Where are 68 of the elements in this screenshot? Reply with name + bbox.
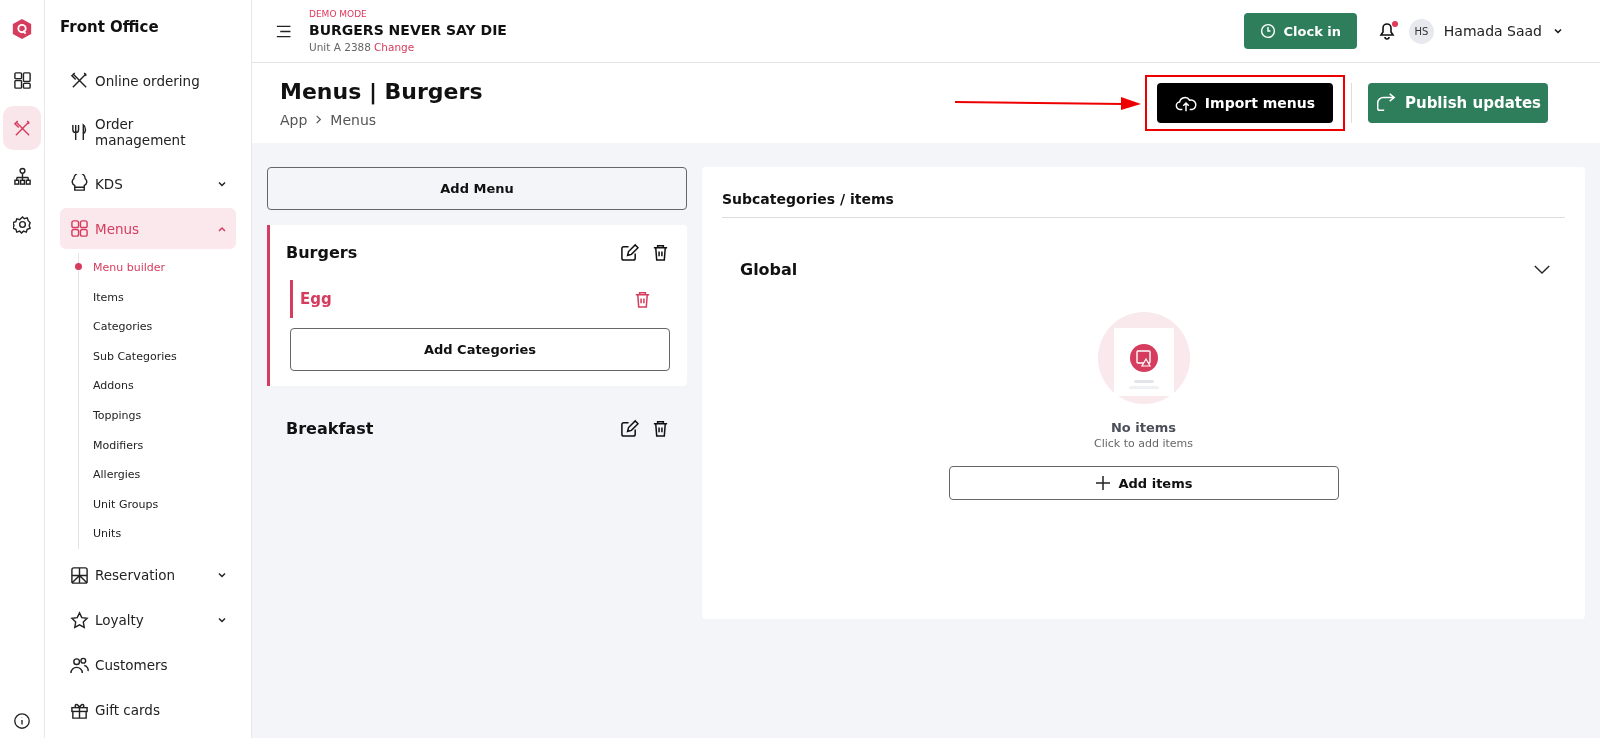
menu-name: Burgers: [286, 243, 358, 262]
star-icon: [70, 610, 89, 630]
submenu-item[interactable]: Toppings: [79, 400, 236, 431]
submenu-item[interactable]: Items: [79, 282, 236, 313]
dashboard-icon: [12, 70, 32, 90]
nav-item[interactable]: Reservation: [60, 554, 236, 596]
panel-heading: Subcategories / items: [722, 167, 1565, 218]
group-header[interactable]: Global: [722, 243, 1565, 295]
people-icon: [70, 655, 89, 675]
clock-in-button[interactable]: Clock in: [1243, 13, 1357, 49]
breadcrumb-link[interactable]: App: [280, 111, 308, 128]
import-menus-button[interactable]: Import menus: [1157, 83, 1333, 123]
nav-item[interactable]: Loyalty: [60, 599, 236, 641]
submenu-item[interactable]: Modifiers: [79, 430, 236, 461]
user-name[interactable]: Hamada Saad: [1443, 23, 1542, 39]
submenu-item[interactable]: Categories: [79, 312, 236, 342]
nav-item[interactable]: Customers: [60, 644, 236, 686]
empty-hint: Click to add items: [1093, 437, 1193, 450]
category-item[interactable]: Egg: [290, 280, 670, 318]
nav-item[interactable]: Menus: [60, 208, 236, 249]
add-items-button[interactable]: Add items: [948, 466, 1339, 500]
chevron-down-icon[interactable]: [1533, 263, 1551, 275]
nav-item[interactable]: Online ordering: [60, 60, 236, 101]
cutlery-icon: [70, 71, 89, 90]
share-icon: [1374, 92, 1397, 114]
empty-title: No items: [1110, 420, 1177, 435]
trash-icon[interactable]: [651, 419, 670, 438]
change-link[interactable]: Change: [373, 41, 415, 53]
add-categories-button[interactable]: Add Categories: [290, 328, 670, 371]
submenu-item[interactable]: Addons: [79, 371, 236, 401]
cutlery-icon: [12, 118, 32, 138]
submenu-item[interactable]: Menu builder: [79, 253, 236, 283]
active-dot: [75, 263, 82, 270]
fork-knife-icon: [70, 122, 89, 142]
plus-icon: [1094, 475, 1111, 491]
settings-icon: [12, 214, 32, 234]
breadcrumb-link[interactable]: Menus: [330, 111, 377, 128]
clock-icon: [1259, 23, 1276, 39]
submenu-item[interactable]: Units: [79, 519, 236, 549]
submenu-item[interactable]: Allergies: [79, 460, 236, 490]
submenu-item[interactable]: Sub Categories: [79, 341, 236, 372]
grid-icon: [70, 219, 89, 238]
trash-icon[interactable]: [651, 243, 670, 262]
hierarchy-icon: [12, 166, 32, 186]
page-title: Menus | Burgers: [280, 78, 483, 104]
edit-icon[interactable]: [620, 243, 639, 262]
submenu-item[interactable]: Unit Groups: [79, 489, 236, 520]
unit-label: Unit A 2388: [309, 41, 371, 53]
logo-icon[interactable]: [11, 18, 33, 40]
nav-item[interactable]: KDS: [60, 163, 236, 204]
menu-icon[interactable]: [276, 24, 293, 38]
menu-card[interactable]: Breakfast: [267, 401, 687, 471]
nav-item[interactable]: Order management: [60, 105, 236, 159]
category-name: Egg: [300, 290, 332, 308]
sidebar-title: Front Office: [60, 18, 160, 36]
info-icon[interactable]: [13, 712, 31, 730]
nav-item[interactable]: Gift cards: [60, 689, 236, 731]
table-grid-icon: [70, 565, 89, 585]
business-name: BURGERS NEVER SAY DIE: [309, 22, 507, 38]
chef-hat-icon: [70, 174, 89, 193]
group-name: Global: [740, 259, 798, 279]
menu-card[interactable]: Burgers Egg Add Categories: [267, 225, 687, 386]
menu-name: Breakfast: [286, 419, 374, 438]
user-avatar[interactable]: HS: [1408, 18, 1434, 44]
add-menu-button[interactable]: Add Menu: [267, 167, 687, 210]
mode-label: DEMO MODE: [309, 9, 368, 19]
publish-updates-button[interactable]: Publish updates: [1368, 83, 1548, 123]
edit-icon[interactable]: [620, 419, 639, 438]
